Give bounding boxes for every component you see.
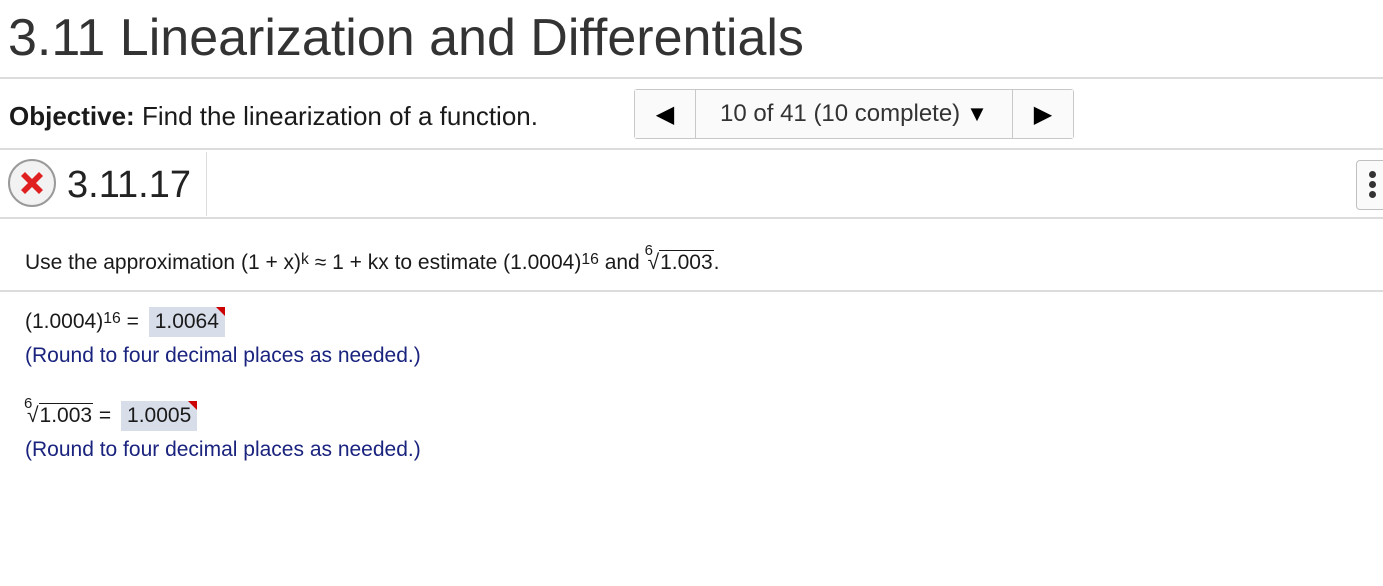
- question-header-separator: [206, 152, 207, 216]
- answer-1-equals: =: [120, 310, 145, 333]
- title-divider: [0, 77, 1383, 79]
- triangle-left-icon: ◀: [655, 100, 675, 128]
- objective-label: Objective:: [9, 101, 135, 131]
- prompt-text-3: and: [598, 251, 646, 274]
- prompt-text-2: ≈ 1 + kx to estimate (1.0004): [308, 251, 582, 274]
- answer-row-1: (1.0004)16 = 1.0064: [25, 307, 225, 339]
- next-question-button[interactable]: ▶: [1012, 90, 1073, 138]
- prompt-exponent-k: k: [301, 250, 309, 268]
- question-number: 3.11.17: [67, 164, 191, 206]
- objective-divider: [0, 148, 1383, 150]
- prompt-divider: [0, 290, 1383, 292]
- answer-row-2: 6 √1.003 = 1.0005: [24, 395, 198, 431]
- answer-2-input[interactable]: 1.0005: [121, 401, 198, 431]
- question-navigator: ◀ 10 of 41 (10 complete) ▼ ▶: [634, 89, 1074, 139]
- answer-2-root-argument: 1.003: [38, 403, 94, 427]
- triangle-right-icon: ▶: [1033, 100, 1053, 128]
- prompt-radical: 6 √1.003: [645, 242, 714, 278]
- answer-1-base: (1.0004): [25, 310, 104, 333]
- answer-2-radical: 6 √1.003: [24, 395, 94, 431]
- answer-2-root-index: 6: [24, 395, 33, 412]
- prompt-text-1: Use the approximation (1 + x): [25, 251, 302, 274]
- answer-2-equals: =: [93, 404, 118, 427]
- prompt-root-argument: 1.003: [659, 250, 714, 274]
- incorrect-flag-icon: [188, 401, 198, 410]
- x-circle-icon: [21, 172, 43, 194]
- prompt-text-4: .: [713, 251, 720, 274]
- question-position-text: 10 of 41 (10 complete): [720, 100, 961, 127]
- answer-2-hint: (Round to four decimal places as needed.…: [25, 438, 421, 461]
- question-header-divider: [0, 217, 1383, 219]
- prompt-exponent-16: 16: [581, 250, 599, 268]
- incorrect-status-icon: [8, 159, 56, 207]
- objective-text: Find the linearization of a function.: [141, 101, 538, 131]
- incorrect-flag-icon: [215, 307, 225, 316]
- answer-1-hint: (Round to four decimal places as needed.…: [25, 344, 421, 367]
- triangle-down-icon: ▼: [966, 101, 988, 126]
- vertical-dots-icon: [1369, 171, 1379, 199]
- objective: Objective: Find the linearization of a f…: [9, 100, 538, 132]
- previous-question-button[interactable]: ◀: [635, 90, 696, 138]
- prompt-root-index: 6: [644, 242, 653, 259]
- answer-1-input[interactable]: 1.0064: [148, 307, 225, 337]
- question-prompt: Use the approximation (1 + x)k ≈ 1 + kx …: [25, 242, 720, 280]
- more-options-button[interactable]: [1356, 160, 1383, 210]
- answer-2-value: 1.0005: [127, 404, 192, 427]
- page-title: 3.11 Linearization and Differentials: [8, 9, 804, 67]
- question-position-dropdown[interactable]: 10 of 41 (10 complete) ▼: [696, 90, 1012, 138]
- answer-1-exponent: 16: [103, 309, 121, 327]
- answer-1-value: 1.0064: [154, 310, 219, 333]
